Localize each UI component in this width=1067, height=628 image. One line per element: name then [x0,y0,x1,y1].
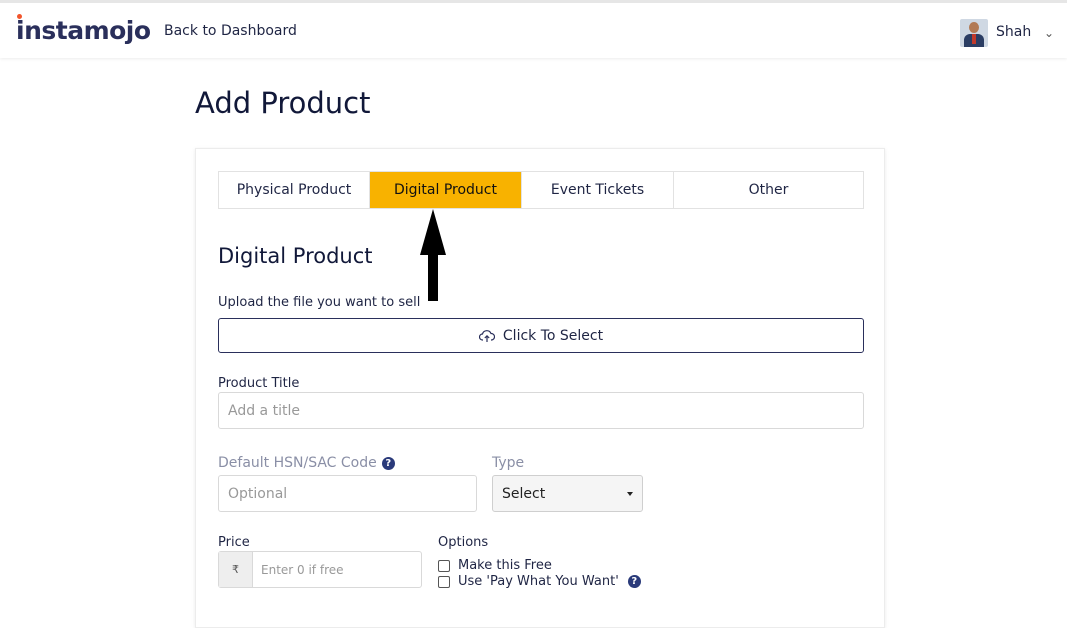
type-select-value: Select [502,485,546,502]
chevron-down-icon: ⌄ [1044,26,1055,40]
pay-what-you-want-label: Use 'Pay What You Want' [458,574,619,589]
user-menu[interactable]: Shah ⌄ [960,19,1060,47]
make-free-label: Make this Free [458,558,552,573]
pay-what-you-want-checkbox[interactable] [438,575,450,588]
type-select[interactable]: Select [492,475,643,512]
rupee-icon: ₹ [219,552,253,587]
user-name: Shah [996,24,1032,40]
tab-physical-product[interactable]: Physical Product [219,172,370,208]
click-to-select-button[interactable]: Click To Select [218,318,864,353]
caret-down-icon [627,492,633,496]
logo-dot [17,14,22,19]
tab-other[interactable]: Other [674,172,863,208]
add-product-card: Physical Product Digital Product Event T… [195,148,885,628]
product-title-label: Product Title [218,376,300,391]
page-title: Add Product [195,86,371,120]
price-input-group: ₹ Enter 0 if free [218,551,422,588]
logo-text: instamojo [16,16,151,45]
upload-label: Upload the file you want to sell [218,295,421,310]
avatar [960,19,988,47]
pay-what-you-want-option[interactable]: Use 'Pay What You Want' ? [438,574,641,589]
type-label: Type [492,455,525,471]
hsn-code-label: Default HSN/SAC Code? [218,455,395,471]
click-to-select-label: Click To Select [502,327,604,344]
hsn-code-label-text: Default HSN/SAC Code [218,455,377,471]
instamojo-logo[interactable]: instamojo [16,14,151,45]
make-free-option[interactable]: Make this Free [438,558,552,573]
help-icon[interactable]: ? [381,456,395,470]
hsn-code-input[interactable]: Optional [218,475,477,512]
annotation-arrow-icon [420,209,446,301]
price-input[interactable]: Enter 0 if free [253,552,421,587]
product-title-input[interactable]: Add a title [218,392,864,429]
section-title: Digital Product [218,244,373,268]
product-type-tabs: Physical Product Digital Product Event T… [218,171,864,209]
cloud-upload-icon [478,329,495,342]
price-label: Price [218,535,250,550]
tab-event-tickets[interactable]: Event Tickets [522,172,674,208]
tab-digital-product[interactable]: Digital Product [370,172,522,208]
make-free-checkbox[interactable] [438,559,450,572]
help-icon[interactable]: ? [627,575,641,588]
options-label: Options [438,535,489,550]
top-navbar: instamojo Back to Dashboard Shah ⌄ [0,0,1067,58]
back-to-dashboard-link[interactable]: Back to Dashboard [164,23,297,39]
